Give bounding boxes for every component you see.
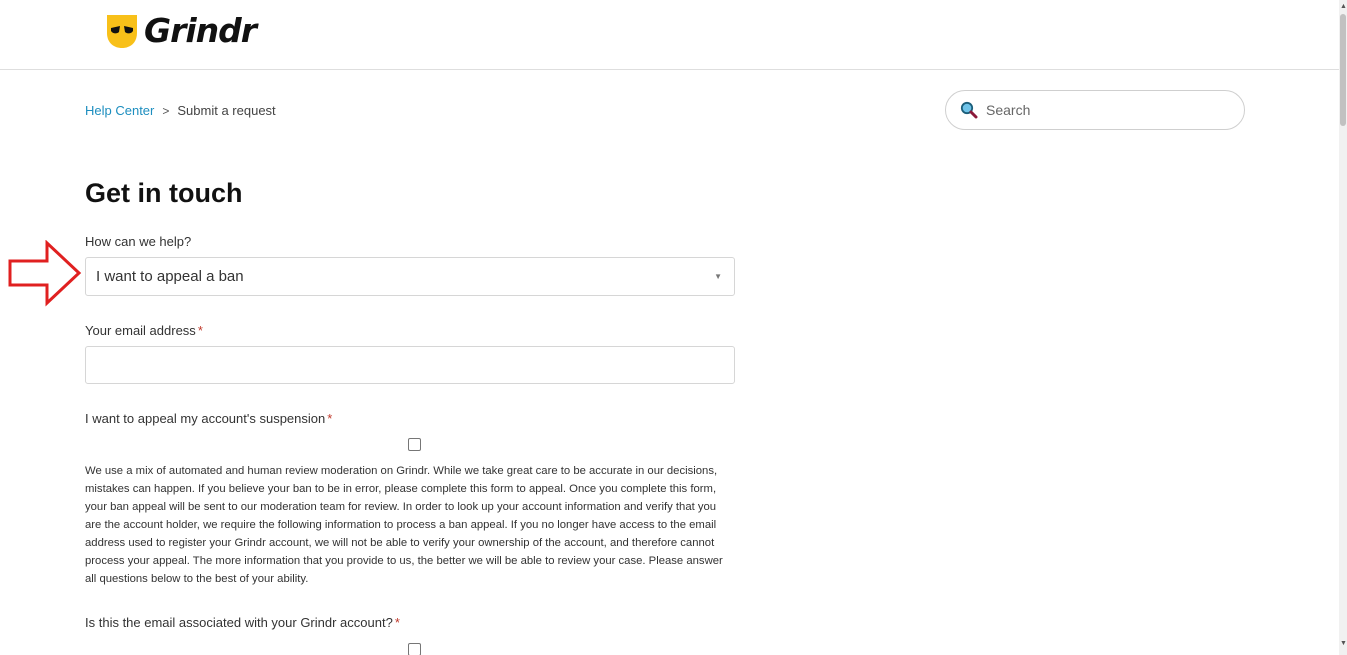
scroll-up-icon[interactable]: ▲	[1340, 3, 1347, 10]
appeal-description: We use a mix of automated and human revi…	[85, 465, 723, 585]
annotation-arrow-icon	[8, 240, 82, 307]
search-box[interactable]	[945, 90, 1245, 130]
appeal-label: I want to appeal my account's suspension…	[85, 411, 332, 426]
appeal-label-text: I want to appeal my account's suspension	[85, 411, 326, 426]
email-label-text: Your email address	[85, 323, 196, 338]
scroll-down-icon[interactable]: ▼	[1340, 640, 1347, 647]
page-title: Get in touch	[85, 178, 243, 208]
email-field[interactable]	[85, 346, 735, 384]
breadcrumb-separator: >	[162, 103, 170, 118]
email-label: Your email address *	[85, 323, 203, 338]
search-icon	[960, 101, 978, 119]
grindr-logo[interactable]: Grindr	[105, 11, 257, 50]
search-input[interactable]	[986, 102, 1226, 118]
breadcrumb-current: Submit a request	[177, 103, 276, 118]
required-marker: *	[197, 323, 203, 338]
help-topic-label: How can we help?	[85, 234, 192, 249]
associated-email-label-text: Is this the email associated with your G…	[85, 615, 393, 630]
scrollbar-thumb[interactable]	[1340, 14, 1346, 126]
breadcrumb: Help Center > Submit a request	[85, 103, 276, 118]
associated-email-checkbox[interactable]	[408, 643, 421, 655]
site-header: Grindr	[0, 0, 1339, 70]
dropdown-caret-icon: ▼	[714, 272, 722, 281]
grindr-mask-icon	[107, 15, 137, 48]
appeal-checkbox[interactable]	[408, 438, 421, 451]
help-topic-selected-value: I want to appeal a ban	[96, 268, 244, 285]
associated-email-label: Is this the email associated with your G…	[85, 615, 400, 630]
brand-name: Grindr	[144, 11, 257, 50]
required-marker: *	[394, 615, 400, 630]
breadcrumb-help-center-link[interactable]: Help Center	[85, 103, 154, 118]
required-marker: *	[327, 411, 333, 426]
help-topic-select[interactable]: I want to appeal a ban ▼	[85, 257, 735, 296]
